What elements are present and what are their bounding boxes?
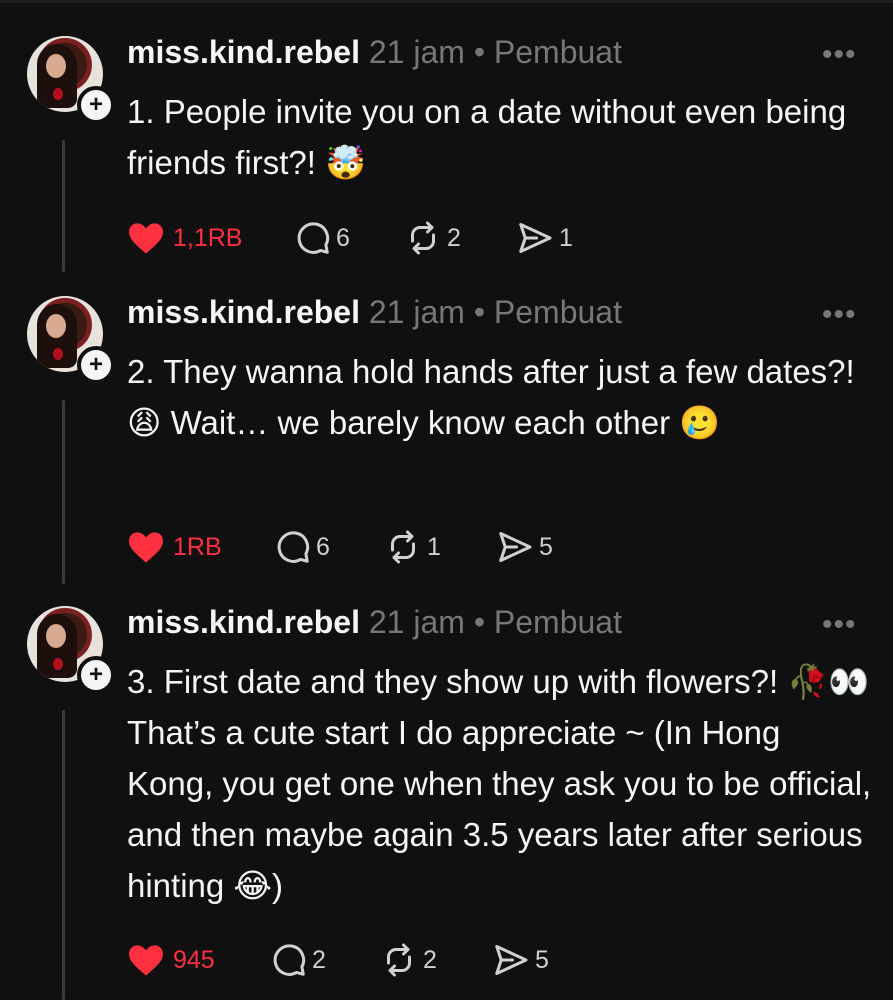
more-icon[interactable]: ••• (822, 38, 857, 72)
repost-button[interactable]: 2 (380, 942, 480, 978)
share-button[interactable]: 5 (496, 529, 553, 565)
send-icon (519, 223, 552, 253)
comment-icon (297, 222, 330, 254)
comment-icon (277, 531, 310, 563)
like-button[interactable]: 1,1RB (127, 221, 267, 255)
repost-icon (391, 530, 415, 564)
repost-count: 2 (447, 223, 461, 252)
action-bar: 1RB 6 1 5 (127, 527, 553, 567)
post-header: miss.kind.rebel 21 jam • Pembuat (127, 604, 622, 641)
avatar[interactable]: + (27, 296, 115, 384)
heart-icon (129, 223, 163, 254)
action-bar: 1,1RB 6 2 1 (127, 218, 573, 258)
like-button[interactable]: 945 (127, 943, 245, 977)
action-bar: 945 2 2 5 (127, 940, 549, 980)
post-3[interactable]: + miss.kind.rebel 21 jam • Pembuat ••• 3… (0, 570, 893, 1000)
plus-icon[interactable]: + (77, 656, 115, 694)
post-1[interactable]: + miss.kind.rebel 21 jam • Pembuat ••• 1… (0, 0, 893, 285)
repost-button[interactable]: 1 (384, 529, 484, 565)
post-meta: 21 jam • Pembuat (359, 604, 622, 640)
like-button[interactable]: 1RB (127, 530, 247, 564)
plus-icon[interactable]: + (77, 86, 115, 124)
reply-button[interactable]: 2 (271, 942, 366, 978)
send-icon (499, 532, 532, 562)
post-text: 1. People invite you on a date without e… (127, 93, 847, 181)
comment-icon (273, 944, 306, 976)
plus-icon[interactable]: + (77, 346, 115, 384)
post-text: 3. First date and they show up with flow… (127, 663, 872, 904)
thread-line (62, 400, 65, 584)
reply-count: 6 (336, 223, 350, 252)
repost-count: 1 (427, 532, 441, 561)
heart-icon (129, 532, 163, 563)
username[interactable]: miss.kind.rebel (127, 34, 360, 70)
reply-button[interactable]: 6 (295, 220, 390, 256)
reply-count: 2 (312, 945, 326, 974)
avatar[interactable]: + (27, 606, 115, 694)
send-icon (495, 945, 528, 975)
username[interactable]: miss.kind.rebel (127, 604, 360, 640)
heart-icon (129, 945, 163, 976)
post-meta: 21 jam • Pembuat (359, 294, 622, 330)
reply-count: 6 (316, 532, 330, 561)
post-text: 2. They wanna hold hands after just a fe… (127, 353, 855, 441)
like-count: 1RB (173, 532, 222, 561)
like-count: 1,1RB (173, 223, 243, 252)
thread-line (62, 710, 65, 1000)
share-button[interactable]: 1 (516, 220, 573, 256)
like-count: 945 (173, 945, 215, 974)
repost-icon (411, 221, 435, 255)
thread-line (62, 140, 65, 272)
avatar[interactable]: + (27, 36, 115, 124)
repost-button[interactable]: 2 (404, 220, 504, 256)
post-meta: 21 jam • Pembuat (359, 34, 622, 70)
post-2[interactable]: + miss.kind.rebel 21 jam • Pembuat ••• 2… (0, 260, 893, 590)
share-count: 5 (535, 945, 549, 974)
username[interactable]: miss.kind.rebel (127, 294, 360, 330)
share-count: 1 (559, 223, 573, 252)
post-header: miss.kind.rebel 21 jam • Pembuat (127, 294, 622, 331)
post-header: miss.kind.rebel 21 jam • Pembuat (127, 34, 622, 71)
share-count: 5 (539, 532, 553, 561)
thread-feed: + miss.kind.rebel 21 jam • Pembuat ••• 1… (0, 0, 893, 1000)
reply-button[interactable]: 6 (275, 529, 370, 565)
share-button[interactable]: 5 (492, 942, 549, 978)
more-icon[interactable]: ••• (822, 298, 857, 332)
more-icon[interactable]: ••• (822, 608, 857, 642)
repost-icon (387, 943, 411, 977)
repost-count: 2 (423, 945, 437, 974)
